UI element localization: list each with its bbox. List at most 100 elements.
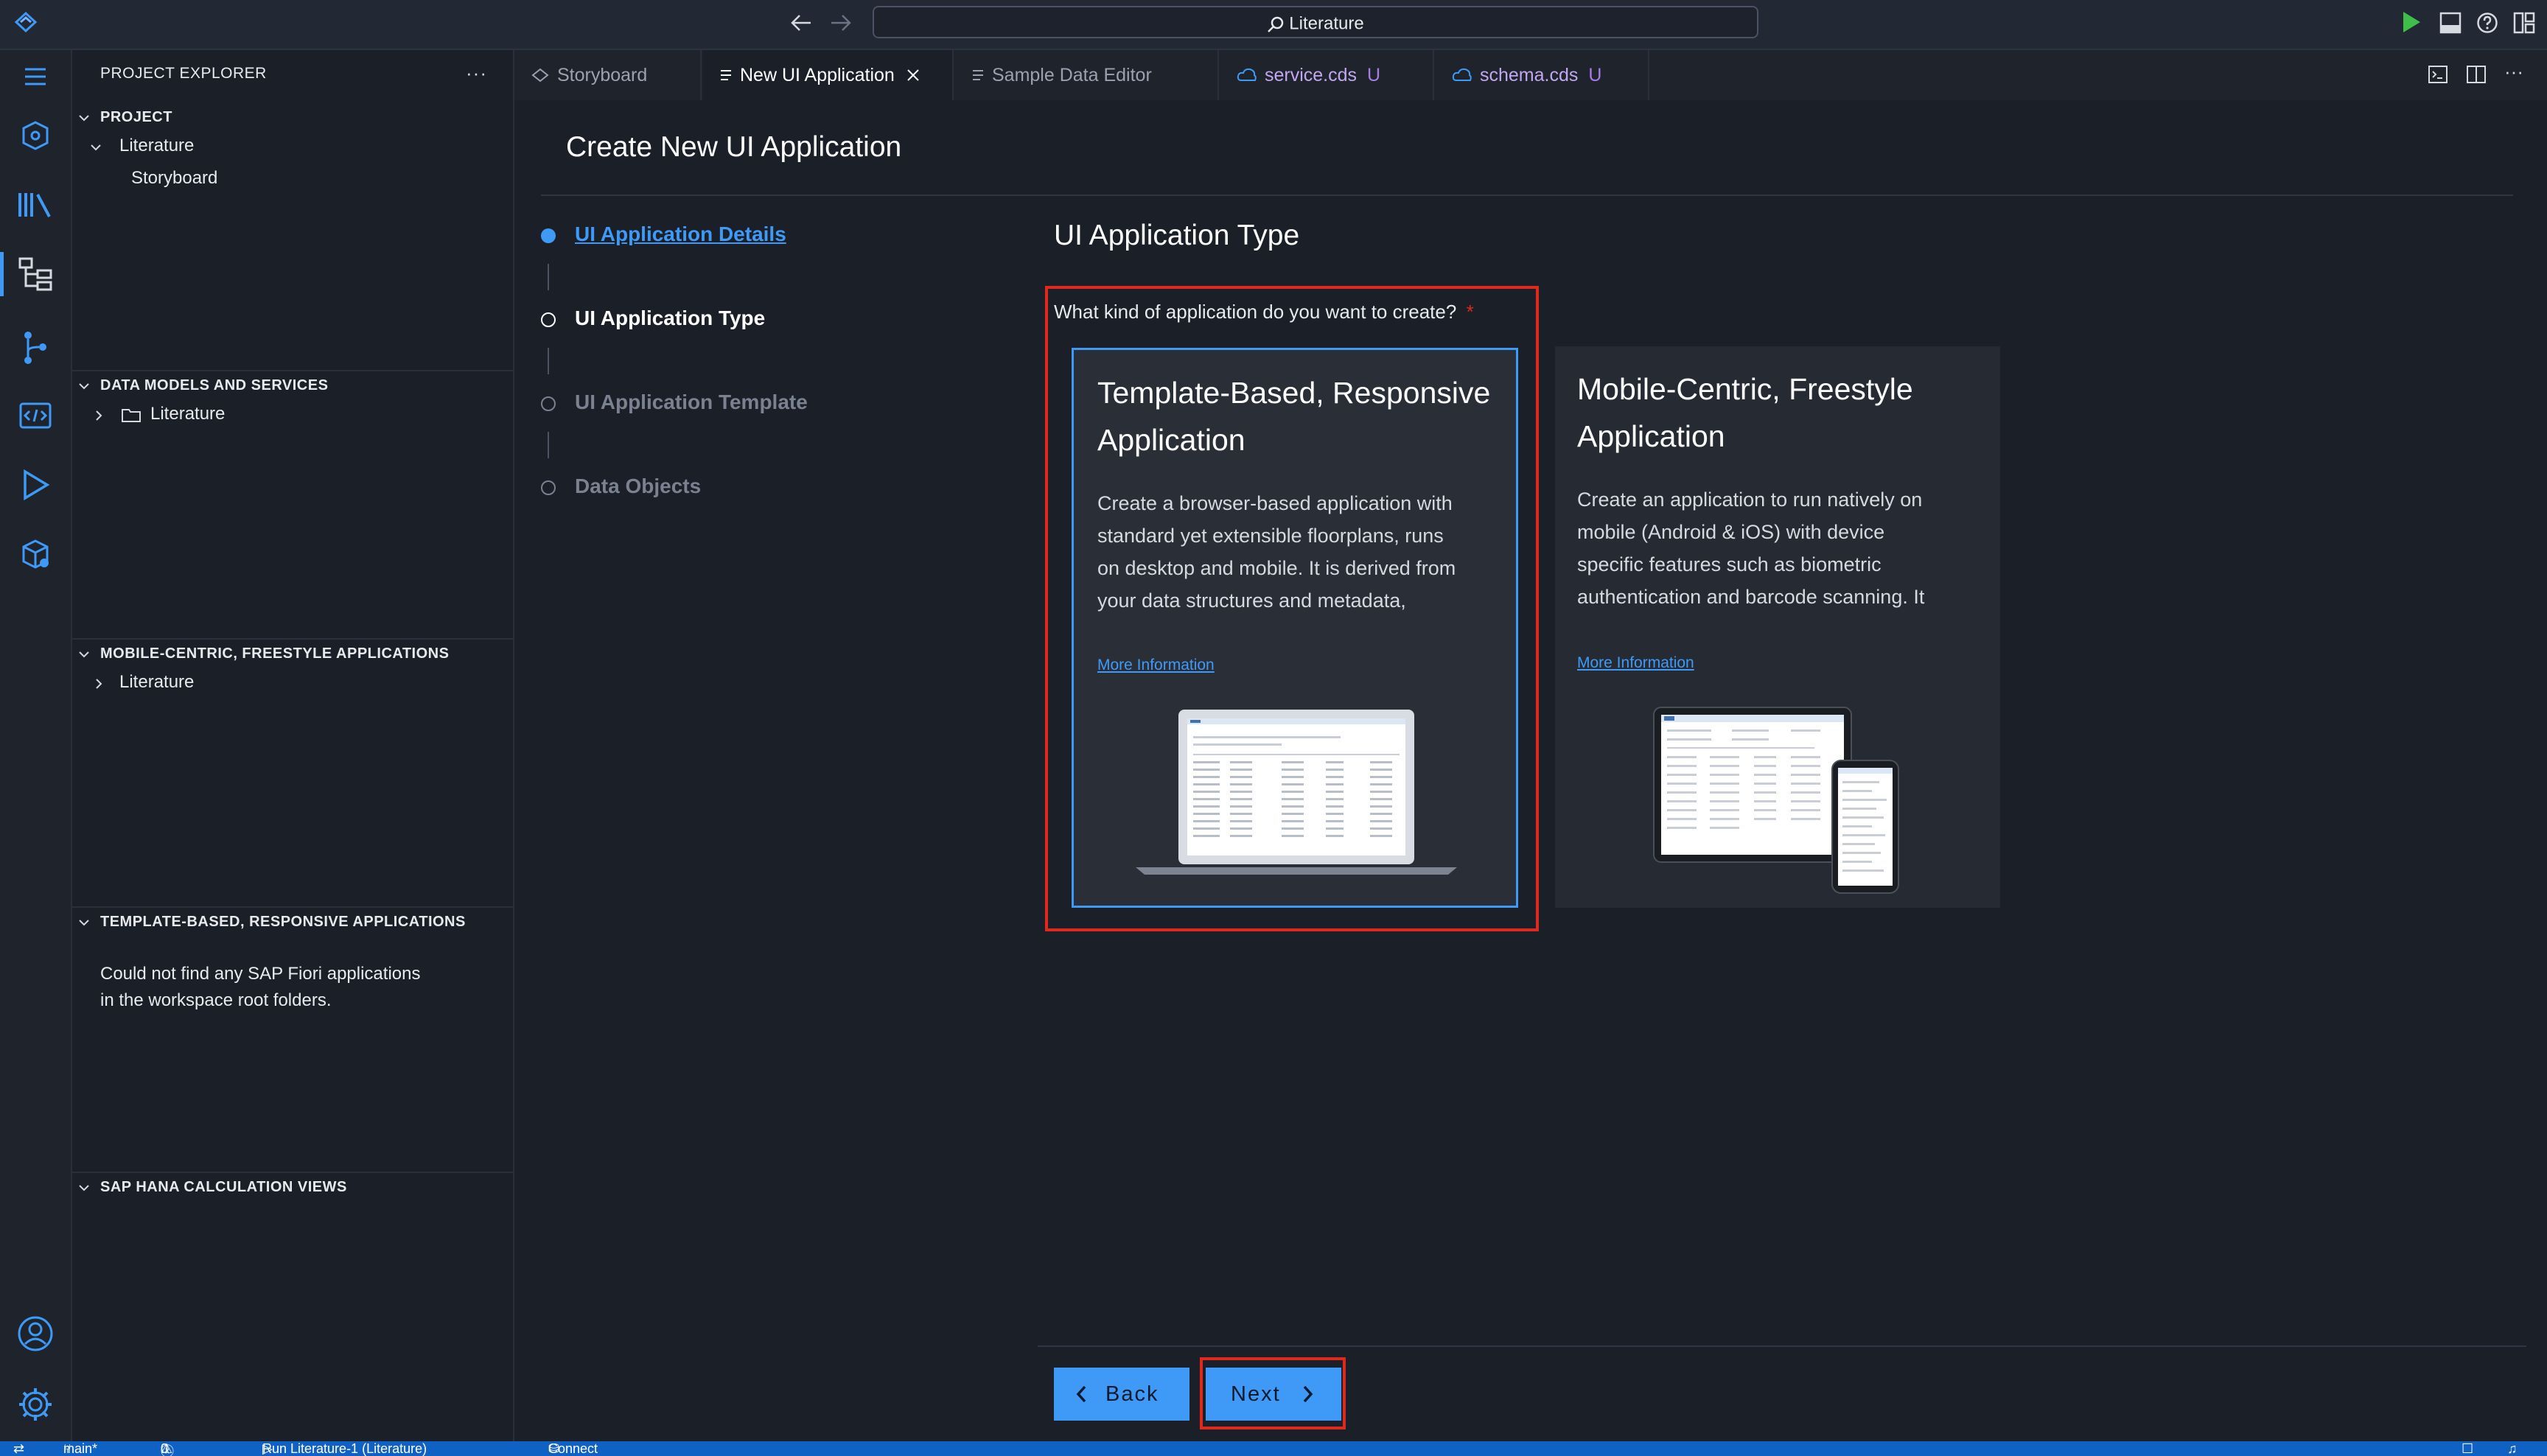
step-data-objects: Data Objects (575, 475, 702, 497)
command-center-label: Literature (1289, 13, 1364, 34)
forward-arrow-icon[interactable] (830, 13, 852, 32)
tree-item-literature[interactable]: Literature (119, 136, 194, 156)
section-project[interactable]: PROJECT (72, 103, 513, 133)
run-play-icon[interactable] (2401, 10, 2422, 34)
card-description-line: authentication and barcode scanning. It (1577, 586, 1925, 608)
cds-file-icon (1237, 67, 1257, 83)
chevron-down-icon (78, 648, 90, 660)
account-icon[interactable] (13, 1312, 57, 1356)
menu-icon[interactable] (13, 55, 57, 99)
chevron-down-icon (78, 380, 90, 392)
section-label: DATA MODELS AND SERVICES (100, 377, 329, 393)
remote-icon[interactable]: ⇄ (13, 1441, 24, 1456)
extensions-icon[interactable] (13, 532, 57, 576)
tab-label: New UI Application (740, 64, 895, 85)
tab-label: Storyboard (557, 64, 648, 85)
section-template-apps[interactable]: TEMPLATE-BASED, RESPONSIVE APPLICATIONS (72, 908, 513, 937)
card-title-line: Template-Based, Responsive (1097, 376, 1491, 410)
library-icon[interactable] (13, 183, 57, 227)
page-title: Create New UI Application (566, 131, 902, 163)
step-indicator-current (541, 228, 556, 243)
close-icon[interactable] (906, 69, 920, 82)
cds-file-icon (1452, 67, 1472, 83)
run-icon[interactable] (13, 463, 57, 507)
tree-item-literature-mobile[interactable]: Literature (119, 672, 194, 693)
empty-state-message: Could not find any SAP Fiori application… (100, 961, 420, 1014)
required-mark: * (1466, 301, 1474, 323)
more-information-link[interactable]: More Information (1577, 654, 1694, 672)
header-divider (541, 195, 2513, 196)
back-button[interactable]: Back (1054, 1368, 1189, 1421)
chevron-down-icon (78, 1182, 90, 1194)
section-mobile-apps[interactable]: MOBILE-CENTRIC, FREESTYLE APPLICATIONS (72, 640, 513, 669)
storyboard-icon[interactable] (13, 113, 57, 158)
card-description-line: on desktop and mobile. It is derived fro… (1097, 557, 1456, 579)
tab-schema-cds[interactable]: schema.cds U (1436, 50, 1649, 100)
editor-content: Create New UI Application UI Application… (514, 100, 2547, 1441)
card-description-line: mobile (Android & iOS) with device (1577, 521, 1885, 543)
section-data-models[interactable]: DATA MODELS AND SERVICES (72, 371, 513, 401)
more-actions-icon[interactable]: ··· (2504, 60, 2523, 83)
app-logo-icon (13, 10, 38, 34)
project-explorer-panel: PROJECT EXPLORER ··· PROJECT Literature … (72, 50, 514, 1441)
empty-state-line: in the workspace root folders. (100, 990, 332, 1010)
card-template-based[interactable]: Template-Based, Responsive Application C… (1072, 348, 1518, 908)
warning-count: 0 (161, 1441, 169, 1456)
panel-title: PROJECT EXPLORER (100, 65, 267, 82)
step-indicator (541, 480, 556, 495)
tree-item-literature-data[interactable]: Literature (150, 404, 225, 424)
more-actions-icon[interactable]: ··· (466, 62, 487, 85)
connect-label: Connect (548, 1441, 598, 1456)
chevron-left-icon (1076, 1385, 1086, 1403)
step-connector (548, 264, 549, 290)
card-title-line: Application (1097, 423, 1245, 457)
branch-name: main* (63, 1441, 98, 1456)
tab-label: Sample Data Editor (992, 64, 1152, 85)
tab-service-cds[interactable]: service.cds U (1220, 50, 1434, 100)
card-description: Create a browser-based application with … (1097, 487, 1456, 617)
notifications-icon[interactable]: ♫ (2507, 1441, 2518, 1456)
tab-new-ui-application[interactable]: New UI Application (703, 50, 954, 100)
step-indicator (541, 312, 556, 327)
card-description-line: Create a browser-based application with (1097, 492, 1453, 514)
chevron-right-icon[interactable] (93, 678, 105, 690)
step-connector (548, 348, 549, 374)
next-button[interactable]: Next (1206, 1368, 1341, 1421)
chevron-right-icon[interactable] (93, 410, 105, 421)
step-indicator (541, 396, 556, 411)
tab-sample-data-editor[interactable]: Sample Data Editor (955, 50, 1219, 100)
chevron-down-icon[interactable] (90, 141, 102, 153)
card-title: Template-Based, Responsive Application (1097, 369, 1490, 463)
tree-item-storyboard[interactable]: Storyboard (131, 168, 217, 189)
settings-icon[interactable] (13, 1382, 57, 1427)
help-icon[interactable] (2476, 12, 2498, 34)
tab-storyboard[interactable]: Storyboard (514, 50, 702, 100)
section-hana-views[interactable]: SAP HANA CALCULATION VIEWS (72, 1173, 513, 1203)
question-label: What kind of application do you want to … (1054, 301, 1474, 323)
document-icon (971, 68, 985, 83)
back-arrow-icon[interactable] (790, 13, 812, 32)
untracked-badge: U (1367, 64, 1381, 85)
section-label: PROJECT (100, 109, 172, 125)
card-description-line: standard yet extensible floorplans, runs (1097, 525, 1444, 547)
feedback-icon[interactable]: ☐ (2462, 1441, 2473, 1456)
untracked-badge: U (1588, 64, 1602, 85)
split-editor-icon[interactable] (2466, 65, 2487, 84)
layout-icon[interactable] (2513, 12, 2535, 34)
explorer-icon[interactable] (0, 252, 57, 296)
step-ui-application-details[interactable]: UI Application Details (575, 223, 786, 246)
more-information-link[interactable]: More Information (1097, 657, 1215, 674)
card-title: Mobile-Centric, Freestyle Application (1577, 365, 1913, 460)
command-center-search[interactable]: Literature (873, 6, 1758, 38)
card-mobile-centric[interactable]: Mobile-Centric, Freestyle Application Cr… (1555, 346, 2000, 908)
folder-icon (121, 407, 142, 423)
question-text: What kind of application do you want to … (1054, 301, 1457, 323)
footer-divider (1038, 1345, 2526, 1347)
step-ui-application-template: UI Application Template (575, 391, 808, 413)
terminal-icon[interactable] (2428, 65, 2448, 84)
source-control-icon[interactable] (13, 326, 57, 370)
toggle-panel-icon[interactable] (2439, 12, 2462, 34)
code-icon[interactable] (13, 393, 57, 438)
step-connector (548, 432, 549, 458)
chevron-down-icon (78, 917, 90, 928)
